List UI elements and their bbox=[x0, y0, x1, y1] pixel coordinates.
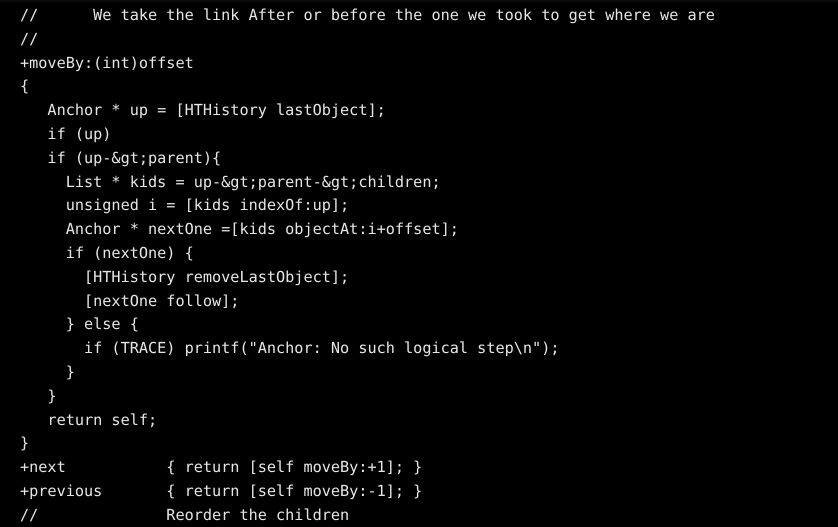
code-line: +moveBy:(int)offset bbox=[20, 53, 194, 72]
code-line: +previous { return [self moveBy:-1]; } bbox=[20, 481, 423, 500]
code-line: +next { return [self moveBy:+1]; } bbox=[20, 458, 423, 477]
code-line: return self; bbox=[20, 410, 158, 429]
code-line: if (TRACE) printf("Anchor: No such logic… bbox=[20, 339, 560, 358]
code-viewport[interactable]: // We take the link After or before the … bbox=[0, 0, 838, 527]
code-line: Anchor * nextOne =[kids objectAt:i+offse… bbox=[20, 220, 459, 239]
code-line: // Reorder the children bbox=[20, 505, 350, 524]
code-line: } bbox=[20, 386, 57, 405]
code-line: Anchor * up = [HTHistory lastObject]; bbox=[20, 101, 386, 120]
code-line: // bbox=[20, 29, 39, 48]
code-line: if (up) bbox=[20, 124, 112, 143]
code-line: [HTHistory removeLastObject]; bbox=[20, 267, 350, 286]
code-line: { bbox=[20, 77, 30, 96]
code-line: // We take the link After or before the … bbox=[20, 6, 715, 24]
code-line: if (up-&gt;parent){ bbox=[20, 148, 222, 167]
code-line: [nextOne follow]; bbox=[20, 291, 240, 310]
code-line: unsigned i = [kids indexOf:up]; bbox=[20, 196, 350, 215]
top-edge-divider bbox=[0, 0, 838, 2]
code-line: } bbox=[20, 362, 75, 381]
code-line: } else { bbox=[20, 315, 139, 334]
code-line: List * kids = up-&gt;parent-&gt;children… bbox=[20, 172, 441, 191]
code-line: } bbox=[20, 434, 30, 453]
code-line: if (nextOne) { bbox=[20, 243, 194, 262]
code-listing[interactable]: // We take the link After or before the … bbox=[0, 4, 838, 527]
